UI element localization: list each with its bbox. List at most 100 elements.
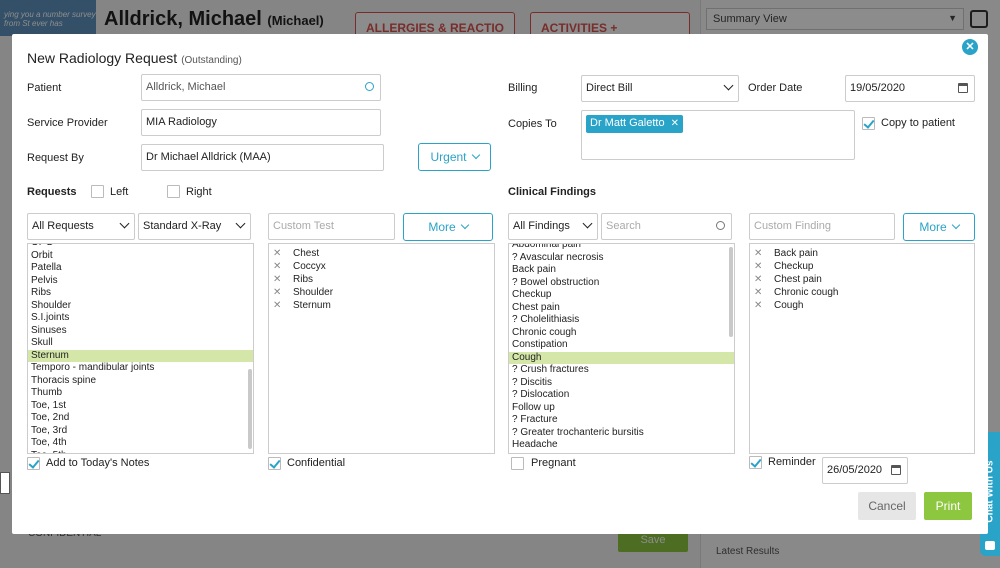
modal-status: (Outstanding)	[181, 55, 242, 66]
more-requests-button[interactable]: More	[403, 213, 493, 241]
list-item[interactable]: Thumb	[28, 387, 253, 400]
search-icon[interactable]	[716, 221, 725, 230]
more-findings-button[interactable]: More	[903, 213, 975, 241]
list-item[interactable]: Pelvis	[28, 275, 253, 288]
list-item[interactable]: Ribs	[28, 287, 253, 300]
list-item[interactable]: Toe, 5th	[28, 450, 253, 454]
urgent-button[interactable]: Urgent	[418, 143, 491, 171]
list-item[interactable]: Follow up	[509, 402, 734, 415]
chevron-down-icon	[723, 80, 734, 91]
list-item[interactable]: Thoracis spine	[28, 375, 253, 388]
list-item[interactable]: Shoulder	[28, 300, 253, 313]
calendar-icon[interactable]	[891, 465, 901, 475]
pregnant-checkbox[interactable]	[511, 457, 524, 470]
request-list[interactable]: OPGOrbitPatellaPelvisRibsShoulderS.I.joi…	[27, 243, 254, 454]
list-item[interactable]: Back pain	[509, 264, 734, 277]
list-item[interactable]: ? Bowel obstruction	[509, 277, 734, 290]
service-provider-label: Service Provider	[27, 117, 108, 129]
remove-icon[interactable]: ✕	[754, 299, 766, 312]
list-item[interactable]: Checkup	[509, 289, 734, 302]
list-item[interactable]: Abdominal pain	[509, 244, 734, 252]
remove-icon[interactable]: ✕	[273, 299, 285, 312]
confidential-label: Confidential	[287, 457, 346, 469]
patient-field[interactable]: Alldrick, Michael	[141, 74, 381, 101]
findings-list[interactable]: Abdominal pain? Avascular necrosis Back p…	[508, 243, 735, 454]
right-checkbox[interactable]	[167, 185, 180, 198]
list-item[interactable]: Toe, 2nd	[28, 412, 253, 425]
list-item[interactable]: ? Avascular necrosis	[509, 252, 734, 265]
list-item[interactable]: Toe, 4th	[28, 437, 253, 450]
list-item[interactable]: Constipation	[509, 339, 734, 352]
search-icon[interactable]	[365, 82, 374, 91]
order-date-label: Order Date	[748, 82, 803, 94]
request-by-field[interactable]: Dr Michael Alldrick (MAA)	[141, 144, 384, 171]
chevron-down-icon	[235, 218, 246, 229]
remove-icon[interactable]: ✕	[754, 247, 766, 260]
list-item[interactable]: Toe, 1st	[28, 400, 253, 413]
remove-icon[interactable]: ✕	[754, 286, 766, 299]
list-item[interactable]: Patella	[28, 262, 253, 275]
confidential-checkbox[interactable]	[268, 457, 281, 470]
service-provider-field[interactable]: MIA Radiology	[141, 109, 381, 136]
selected-requests-list[interactable]: ✕ Chest ✕ Coccyx ✕ Ribs ✕ Shoulder ✕ Sternum	[268, 243, 495, 454]
selected-item-label: Back pain	[774, 248, 818, 259]
copies-to-chip[interactable]: Dr Matt Galetto ✕	[586, 115, 683, 133]
scrollbar[interactable]	[248, 369, 252, 449]
custom-test-input[interactable]: Custom Test	[268, 213, 395, 240]
remove-icon[interactable]: ✕	[273, 247, 285, 260]
list-item[interactable]: ? Crush fractures	[509, 364, 734, 377]
list-item[interactable]: Chronic cough	[509, 327, 734, 340]
selected-item: ✕ Back pain	[750, 247, 974, 260]
copies-to-label: Copies To	[508, 118, 557, 130]
add-to-notes-checkbox[interactable]	[27, 457, 40, 470]
order-date-field[interactable]: 19/05/2020	[845, 75, 975, 102]
standard-xray-select[interactable]: Standard X-Ray	[138, 213, 251, 240]
list-item[interactable]: Cough	[509, 351, 734, 364]
remove-icon[interactable]: ✕	[754, 273, 766, 286]
list-item[interactable]: ? Dislocation	[509, 389, 734, 402]
selected-item-label: Chronic cough	[774, 287, 839, 298]
list-item[interactable]: S.I.joints	[28, 312, 253, 325]
custom-finding-input[interactable]: Custom Finding	[749, 213, 895, 240]
copy-to-patient-checkbox[interactable]	[862, 117, 875, 130]
reminder-date-field[interactable]: 26/05/2020	[822, 457, 908, 484]
left-edge-tab[interactable]	[0, 472, 10, 494]
list-item[interactable]: Temporo - mandibular joints	[28, 362, 253, 375]
order-date-value: 19/05/2020	[850, 82, 906, 94]
scrollbar[interactable]	[729, 247, 733, 337]
list-item[interactable]: Orbit	[28, 250, 253, 263]
all-findings-select[interactable]: All Findings	[508, 213, 598, 240]
cancel-button[interactable]: Cancel	[858, 492, 916, 520]
selected-item: ✕ Sternum	[269, 299, 494, 312]
list-item[interactable]: ? Discitis	[509, 377, 734, 390]
print-button[interactable]: Print	[924, 492, 972, 520]
remove-icon[interactable]: ✕	[273, 273, 285, 286]
list-item[interactable]: Skull	[28, 337, 253, 350]
remove-icon[interactable]: ✕	[754, 260, 766, 273]
findings-search-input[interactable]: Search	[601, 213, 732, 240]
close-icon[interactable]: ✕	[962, 39, 978, 55]
all-requests-select[interactable]: All Requests	[27, 213, 135, 240]
list-item[interactable]: ? Greater trochanteric bursitis	[509, 427, 734, 440]
copies-to-field[interactable]: Dr Matt Galetto ✕	[581, 110, 855, 160]
remove-icon[interactable]: ✕	[671, 118, 679, 129]
selected-item: ✕ Coccyx	[269, 260, 494, 273]
list-item[interactable]: Sinuses	[28, 325, 253, 338]
selected-item: ✕ Chest pain	[750, 273, 974, 286]
calendar-icon[interactable]	[958, 83, 968, 93]
remove-icon[interactable]: ✕	[273, 286, 285, 299]
list-item[interactable]: Headache	[509, 439, 734, 452]
list-item[interactable]: ? Cholelithiasis	[509, 314, 734, 327]
list-item[interactable]: Toe, 3rd	[28, 425, 253, 438]
list-item[interactable]: Chest pain	[509, 302, 734, 315]
billing-select[interactable]: Direct Bill	[581, 75, 739, 102]
reminder-checkbox[interactable]	[749, 456, 762, 469]
list-item[interactable]: ? Fracture	[509, 414, 734, 427]
selected-findings-list[interactable]: ✕ Back pain ✕ Checkup ✕ Chest pain ✕ Chronic co…	[749, 243, 975, 454]
all-findings-value: All Findings	[513, 220, 570, 232]
chevron-down-icon	[119, 218, 130, 229]
chevron-down-icon	[471, 150, 480, 160]
list-item[interactable]: Sternum	[28, 349, 253, 362]
left-checkbox[interactable]	[91, 185, 104, 198]
remove-icon[interactable]: ✕	[273, 260, 285, 273]
